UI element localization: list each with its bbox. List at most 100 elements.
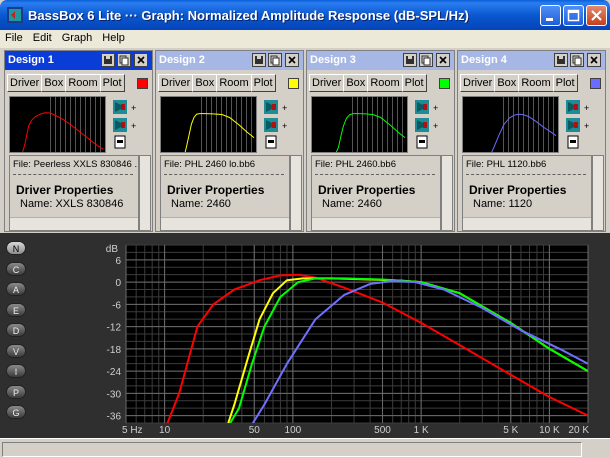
- tab-room[interactable]: Room: [518, 74, 554, 92]
- vertical-scrollbar[interactable]: [139, 155, 151, 231]
- svg-text:+: +: [584, 121, 589, 131]
- design-color-swatch[interactable]: [137, 78, 148, 89]
- menu-bar: File Edit Graph Help: [0, 30, 610, 48]
- tab-room[interactable]: Room: [65, 74, 101, 92]
- horizontal-scrollbar[interactable]: [10, 217, 138, 230]
- tab-box[interactable]: Box: [343, 74, 369, 92]
- design-header[interactable]: Design 4: [458, 51, 605, 70]
- speaker-box-icon[interactable]: + +: [111, 96, 147, 153]
- speaker-box-icon[interactable]: + +: [564, 96, 600, 153]
- save-design-button[interactable]: [101, 53, 115, 67]
- mini-response-graph[interactable]: [160, 96, 257, 153]
- speaker-box-icon[interactable]: + +: [262, 96, 298, 153]
- design-header[interactable]: Design 3: [307, 51, 454, 70]
- menu-help[interactable]: Help: [97, 30, 130, 46]
- tab-driver[interactable]: Driver: [309, 74, 345, 92]
- copy-design-button[interactable]: [117, 53, 131, 67]
- tab-room[interactable]: Room: [367, 74, 403, 92]
- driver-name: Name: XXLS 830846: [20, 198, 124, 210]
- tab-plot[interactable]: Plot: [99, 74, 125, 92]
- tab-box[interactable]: Box: [192, 74, 218, 92]
- save-design-button[interactable]: [252, 53, 266, 67]
- copy-icon: [119, 55, 129, 66]
- design-info-text[interactable]: File: PHL 2460.bb6 Driver Properties Nam…: [311, 155, 441, 231]
- design-color-swatch[interactable]: [439, 78, 450, 89]
- mini-response-curve: [184, 113, 255, 152]
- tab-plot[interactable]: Plot: [250, 74, 276, 92]
- vertical-scrollbar[interactable]: [290, 155, 302, 231]
- design-title: Design 3: [310, 54, 356, 66]
- copy-design-button[interactable]: [570, 53, 584, 67]
- floppy-icon: [557, 56, 565, 64]
- minimize-icon: [546, 18, 553, 21]
- mini-response-graph[interactable]: [9, 96, 106, 153]
- vertical-scrollbar[interactable]: [441, 155, 453, 231]
- menu-graph[interactable]: Graph: [57, 30, 98, 46]
- design-info-text[interactable]: File: PHL 2460 lo.bb6 Driver Properties …: [160, 155, 290, 231]
- design-color-swatch[interactable]: [288, 78, 299, 89]
- maximize-button[interactable]: [563, 5, 584, 26]
- design-panel-4[interactable]: Design 4 Driver Box Room Plot + + File: …: [457, 50, 606, 232]
- separator: [164, 174, 284, 175]
- y-tick-label: -6: [112, 300, 121, 311]
- design-file-name: File: PHL 1120.bb6: [466, 159, 547, 170]
- save-design-button[interactable]: [554, 53, 568, 67]
- x-tick-label: 10: [159, 425, 171, 436]
- status-cell: [2, 442, 582, 457]
- design-info-text[interactable]: File: PHL 1120.bb6 Driver Properties Nam…: [462, 155, 592, 231]
- design-title: Design 2: [159, 54, 205, 66]
- close-design-button[interactable]: [285, 53, 299, 67]
- copy-design-button[interactable]: [268, 53, 282, 67]
- save-design-button[interactable]: [403, 53, 417, 67]
- design-panel-3[interactable]: Design 3 Driver Box Room Plot + + File: …: [306, 50, 455, 232]
- horizontal-scrollbar[interactable]: [161, 217, 289, 230]
- y-tick-label: -24: [107, 367, 122, 378]
- y-tick-label: -36: [107, 412, 122, 423]
- copy-icon: [572, 55, 582, 66]
- x-tick-label: 1 K: [414, 425, 429, 436]
- driver-properties-heading: Driver Properties: [16, 183, 114, 197]
- mini-response-graph[interactable]: [462, 96, 559, 153]
- design-color-swatch[interactable]: [590, 78, 601, 89]
- close-button[interactable]: [586, 5, 607, 26]
- close-design-button[interactable]: [587, 53, 601, 67]
- design-header[interactable]: Design 2: [156, 51, 303, 70]
- copy-design-button[interactable]: [419, 53, 433, 67]
- design-tabs: Driver Box Room Plot: [7, 74, 125, 92]
- close-icon: [439, 56, 447, 64]
- copy-icon: [421, 55, 431, 66]
- driver-properties-heading: Driver Properties: [469, 183, 567, 197]
- x-tick-label: 20 K: [568, 425, 589, 436]
- close-design-button[interactable]: [436, 53, 450, 67]
- tab-box[interactable]: Box: [41, 74, 67, 92]
- tab-plot[interactable]: Plot: [401, 74, 427, 92]
- vertical-scrollbar[interactable]: [592, 155, 604, 231]
- design-info-text[interactable]: File: Peerless XXLS 830846 ... Driver Pr…: [9, 155, 139, 231]
- tab-plot[interactable]: Plot: [552, 74, 578, 92]
- floppy-icon: [255, 56, 263, 64]
- mini-response-curve: [22, 112, 104, 152]
- menu-edit[interactable]: Edit: [28, 30, 57, 46]
- driver-name: Name: 1120: [473, 198, 533, 210]
- design-tabs: Driver Box Room Plot: [460, 74, 578, 92]
- bassbox-app-icon[interactable]: [7, 7, 23, 23]
- close-design-button[interactable]: [134, 53, 148, 67]
- design-header[interactable]: Design 1: [5, 51, 152, 70]
- speaker-box-icon[interactable]: + +: [413, 96, 449, 153]
- tab-driver[interactable]: Driver: [7, 74, 43, 92]
- horizontal-scrollbar[interactable]: [312, 217, 440, 230]
- tab-driver[interactable]: Driver: [460, 74, 496, 92]
- design-panel-2[interactable]: Design 2 Driver Box Room Plot + + File: …: [155, 50, 304, 232]
- separator: [13, 174, 133, 175]
- horizontal-scrollbar[interactable]: [463, 217, 591, 230]
- menu-file[interactable]: File: [0, 30, 28, 46]
- minimize-button[interactable]: [540, 5, 561, 26]
- design-panel-1[interactable]: Design 1 Driver Box Room Plot + + File: …: [4, 50, 153, 232]
- tab-box[interactable]: Box: [494, 74, 520, 92]
- tab-driver[interactable]: Driver: [158, 74, 194, 92]
- svg-text:+: +: [282, 103, 287, 113]
- tab-room[interactable]: Room: [216, 74, 252, 92]
- title-bar[interactable]: BassBox 6 Lite ··· Graph: Normalized Amp…: [0, 0, 610, 30]
- mini-response-graph[interactable]: [311, 96, 408, 153]
- design-tabs: Driver Box Room Plot: [309, 74, 427, 92]
